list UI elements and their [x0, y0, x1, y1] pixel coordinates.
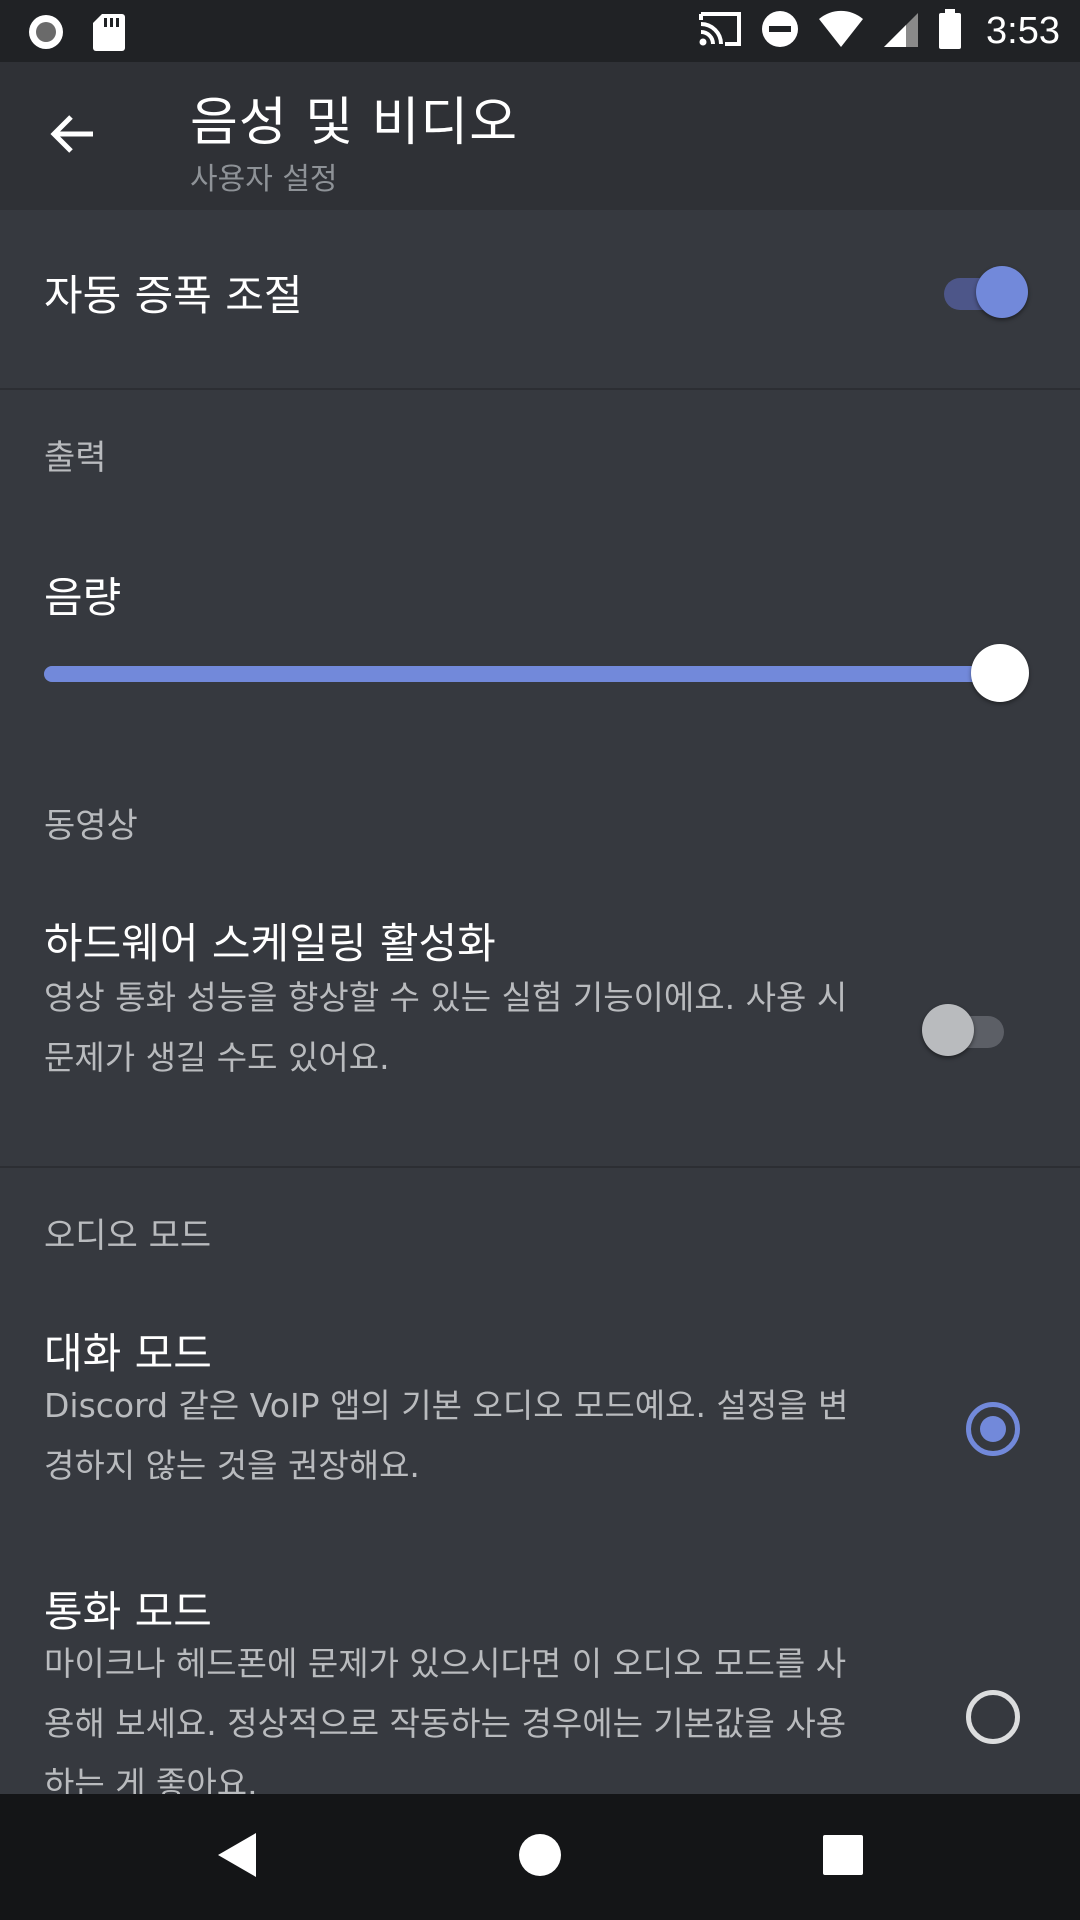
navigation-bar [0, 1794, 1080, 1920]
toggle-thumb [976, 266, 1028, 318]
wifi-icon [818, 9, 864, 53]
sd-card-icon [92, 12, 126, 56]
battery-icon [938, 8, 962, 54]
audio-mode-option-description: 마이크나 헤드폰에 문제가 있으시다면 이 오디오 모드를 사용해 보세요. 정… [44, 1644, 847, 1794]
toggle-thumb [922, 1004, 974, 1056]
hardware-scaling-row[interactable]: 하드웨어 스케일링 활성화 영상 통화 성능을 향상할 수 있는 실험 기능이에… [0, 910, 1080, 1150]
audio-mode-option-label: 통화 모드 [44, 1587, 212, 1636]
radio-dot [980, 1416, 1006, 1442]
status-icons: 3:53 [698, 8, 1060, 54]
auto-gain-row[interactable]: 자동 증폭 조절 [0, 210, 1080, 388]
section-label-audio-mode: 오디오 모드 [44, 1216, 212, 1256]
status-time: 3:53 [986, 9, 1060, 52]
audio-mode-option-label: 대화 모드 [44, 1329, 212, 1378]
nav-recents-icon [822, 1834, 864, 1880]
do-not-disturb-icon [760, 9, 800, 53]
nav-home-button[interactable] [505, 1822, 575, 1892]
section-label-output: 출력 [44, 438, 107, 478]
volume-label: 음량 [44, 573, 122, 622]
auto-gain-label: 자동 증폭 조절 [44, 271, 303, 320]
hardware-scaling-label: 하드웨어 스케일링 활성화 [44, 919, 496, 968]
nav-recents-button[interactable] [808, 1822, 878, 1892]
cast-icon [698, 10, 742, 52]
volume-slider[interactable] [44, 644, 1034, 704]
audio-mode-option[interactable]: 통화 모드 마이크나 헤드폰에 문제가 있으시다면 이 오디오 모드를 사용해 … [0, 1578, 1080, 1794]
page-title: 음성 및 비디오 [190, 93, 519, 153]
slider-fill [44, 666, 1004, 682]
divider [0, 1166, 1080, 1168]
record-icon [26, 12, 66, 56]
nav-home-icon [518, 1833, 562, 1881]
cell-signal-icon [882, 9, 920, 53]
hardware-scaling-toggle[interactable] [922, 1002, 1006, 1058]
nav-back-icon [214, 1831, 260, 1883]
audio-mode-radio-unselected[interactable] [966, 1690, 1020, 1744]
divider [0, 388, 1080, 390]
arrow-back-icon [47, 109, 97, 163]
audio-mode-radio-selected[interactable] [966, 1402, 1020, 1456]
app-bar: 음성 및 비디오 사용자 설정 [0, 62, 1080, 210]
audio-mode-option[interactable]: 대화 모드 Discord 같은 VoIP 앱의 기본 오디오 모드예요. 설정… [0, 1320, 1080, 1520]
audio-mode-option-description: Discord 같은 VoIP 앱의 기본 오디오 모드예요. 설정을 변경하지… [44, 1386, 849, 1485]
slider-knob[interactable] [971, 644, 1029, 702]
screen: 3:53 음성 및 비디오 사용자 설정 자동 증폭 조절 출력 음량 동영상 … [0, 0, 1080, 1920]
nav-back-button[interactable] [202, 1822, 272, 1892]
back-button[interactable] [36, 100, 108, 172]
section-label-video: 동영상 [44, 806, 138, 846]
status-bar: 3:53 [0, 0, 1080, 62]
auto-gain-toggle[interactable] [942, 264, 1028, 320]
settings-content: 자동 증폭 조절 출력 음량 동영상 하드웨어 스케일링 활성화 영상 통화 성… [0, 210, 1080, 1794]
hardware-scaling-description: 영상 통화 성능을 향상할 수 있는 실험 기능이에요. 사용 시 문제가 생길… [44, 978, 848, 1077]
page-subtitle: 사용자 설정 [190, 162, 338, 197]
